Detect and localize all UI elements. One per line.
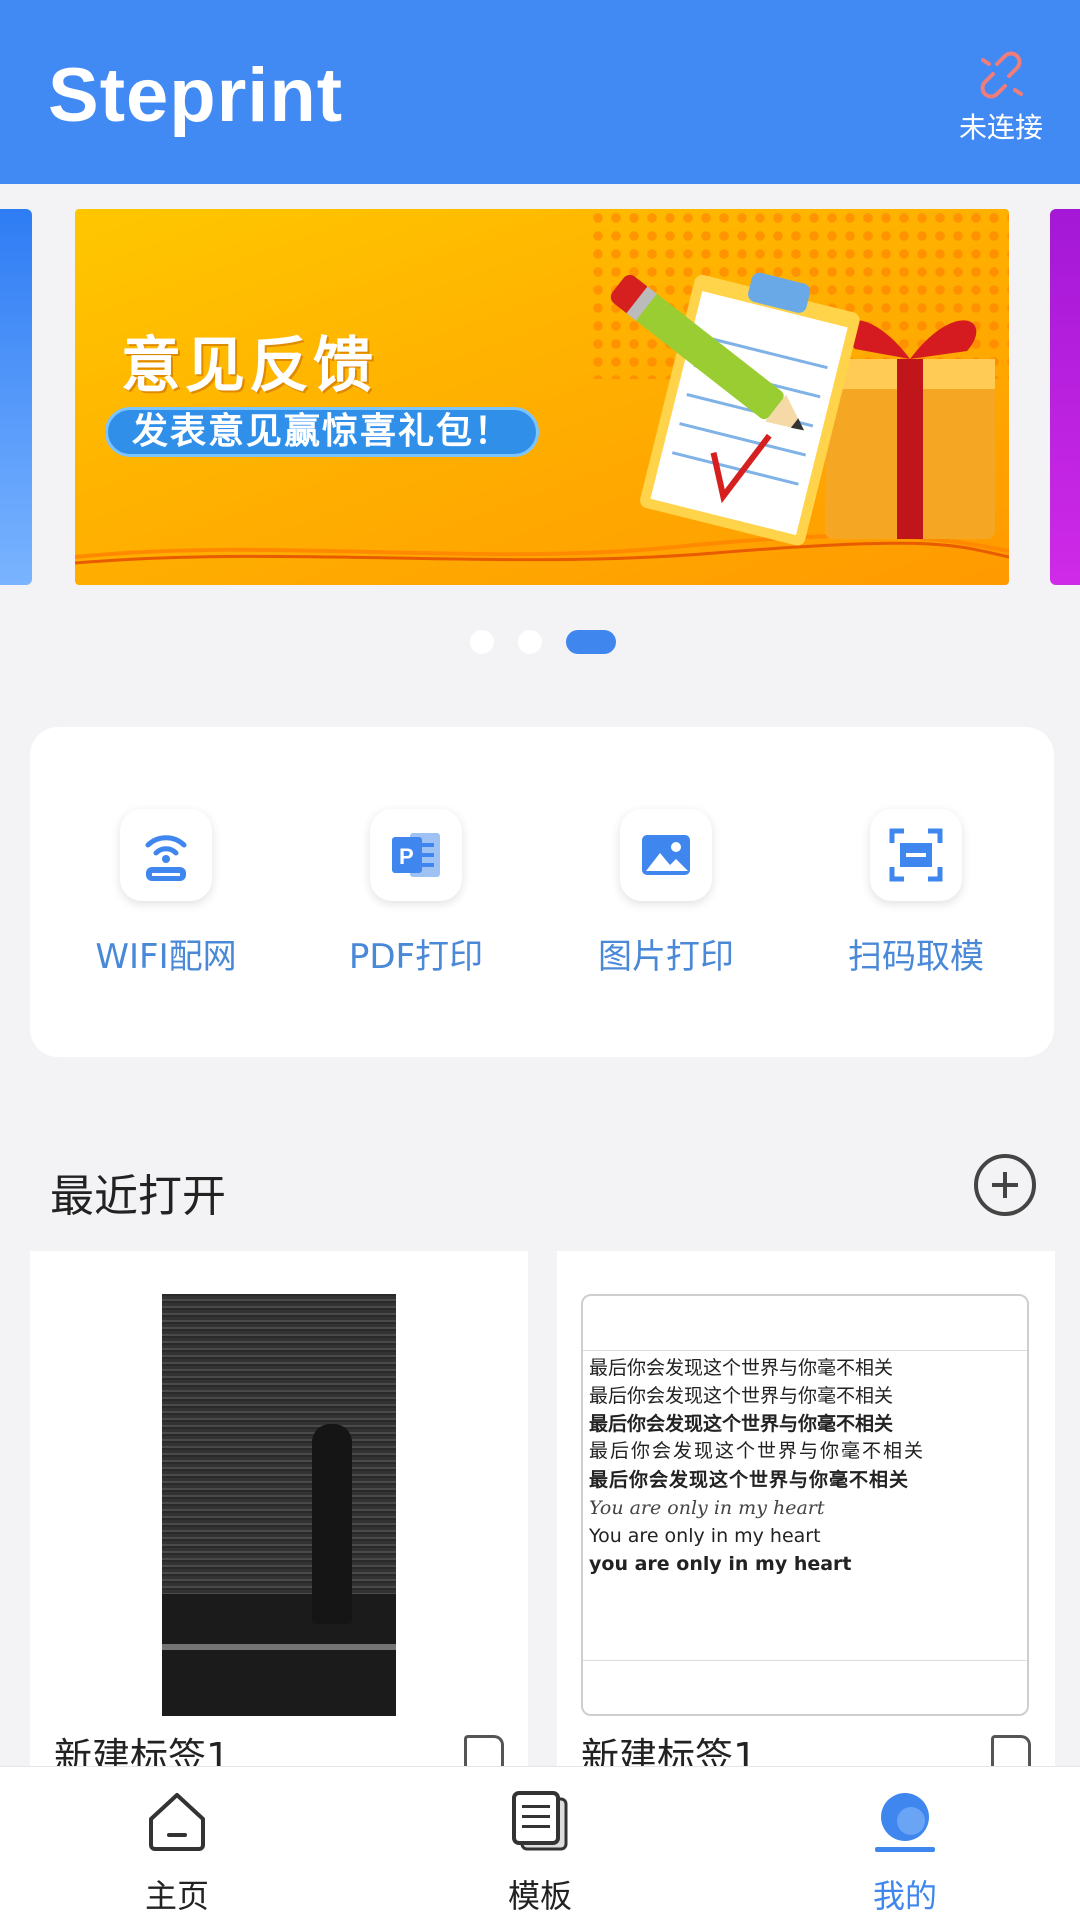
banner-carousel[interactable]: 意见反馈 发表意见赢惊喜礼包！ [0, 205, 1080, 585]
carousel-indicator [0, 628, 1080, 658]
label-text-line: 最后你会发现这个世界与你毫不相关 [589, 1357, 894, 1379]
label-text-line: You are only in my heart [589, 1525, 821, 1547]
recent-item-name: 新建标签1 [581, 1735, 758, 1771]
scan-icon [870, 809, 962, 901]
home-icon [149, 1793, 205, 1851]
tab-mine-label: 我的 [872, 1877, 937, 1915]
app-logo: Steprint [48, 53, 344, 138]
tab-home-label: 主页 [144, 1877, 209, 1915]
broken-link-icon [980, 51, 1023, 99]
wifi-printer-icon [120, 809, 212, 901]
recent-item-name: 新建标签1 [54, 1735, 231, 1771]
tab-home[interactable]: 主页 [97, 1789, 257, 1917]
label-text-line: 最后你会发现这个世界与你毫不相关 [589, 1469, 910, 1491]
quick-actions-card: WIFI配网 P PDF打印 图片打印 扫码取模 [30, 727, 1054, 1057]
label-text-line: 最后你会发现这个世界与你毫不相关 [589, 1441, 926, 1462]
connection-status-label: 未连接 [958, 111, 1043, 144]
tab-templates-label: 模板 [507, 1877, 572, 1915]
recent-item[interactable]: 最后你会发现这个世界与你毫不相关 最后你会发现这个世界与你毫不相关 最后你会发现… [557, 1251, 1055, 1771]
banner-prev-slide[interactable] [0, 209, 32, 585]
label-text-line: 最后你会发现这个世界与你毫不相关 [589, 1413, 894, 1435]
label-thumbnail: 最后你会发现这个世界与你毫不相关 最后你会发现这个世界与你毫不相关 最后你会发现… [581, 1294, 1029, 1716]
app-header: Steprint 未连接 [0, 0, 1080, 184]
image-icon [620, 809, 712, 901]
wifi-setup-button[interactable]: WIFI配网 [66, 809, 266, 978]
banner-title: 意见反馈 [121, 331, 377, 401]
banner-next-slide[interactable] [1050, 209, 1080, 585]
svg-text:P: P [399, 844, 414, 869]
carousel-dot-active[interactable] [566, 630, 616, 654]
label-text-line: You are only in my heart [589, 1497, 825, 1519]
recent-item[interactable]: 新建标签1 [30, 1251, 528, 1771]
image-print-label: 图片打印 [598, 937, 734, 977]
connection-status-button[interactable]: 未连接 [946, 50, 1056, 146]
bottom-tab-bar: 主页 模板 我的 [0, 1766, 1080, 1920]
tab-mine[interactable]: 我的 [825, 1789, 985, 1917]
feedback-banner[interactable]: 意见反馈 发表意见赢惊喜礼包！ [75, 209, 1009, 585]
gift-clipboard-illustration [610, 272, 995, 546]
pdf-print-button[interactable]: P PDF打印 [316, 809, 516, 978]
wifi-setup-label: WIFI配网 [95, 937, 237, 977]
pdf-icon: P [370, 809, 462, 901]
template-icon [512, 1791, 568, 1851]
label-text-line: 最后你会发现这个世界与你毫不相关 [589, 1385, 894, 1407]
photo-thumbnail [162, 1294, 396, 1716]
image-print-button[interactable]: 图片打印 [566, 809, 766, 978]
label-text-line: you are only in my heart [589, 1553, 852, 1575]
carousel-dot[interactable] [470, 630, 494, 654]
recent-section-title: 最近打开 [50, 1171, 226, 1222]
profile-icon [875, 1793, 935, 1852]
scan-template-button[interactable]: 扫码取模 [816, 809, 1016, 978]
scan-template-label: 扫码取模 [848, 937, 984, 977]
banner-subtitle: 发表意见赢惊喜礼包！ [105, 407, 540, 457]
add-icon[interactable] [974, 1154, 1036, 1216]
carousel-dot[interactable] [518, 630, 542, 654]
pdf-print-label: PDF打印 [348, 937, 484, 977]
tab-templates[interactable]: 模板 [460, 1789, 620, 1917]
